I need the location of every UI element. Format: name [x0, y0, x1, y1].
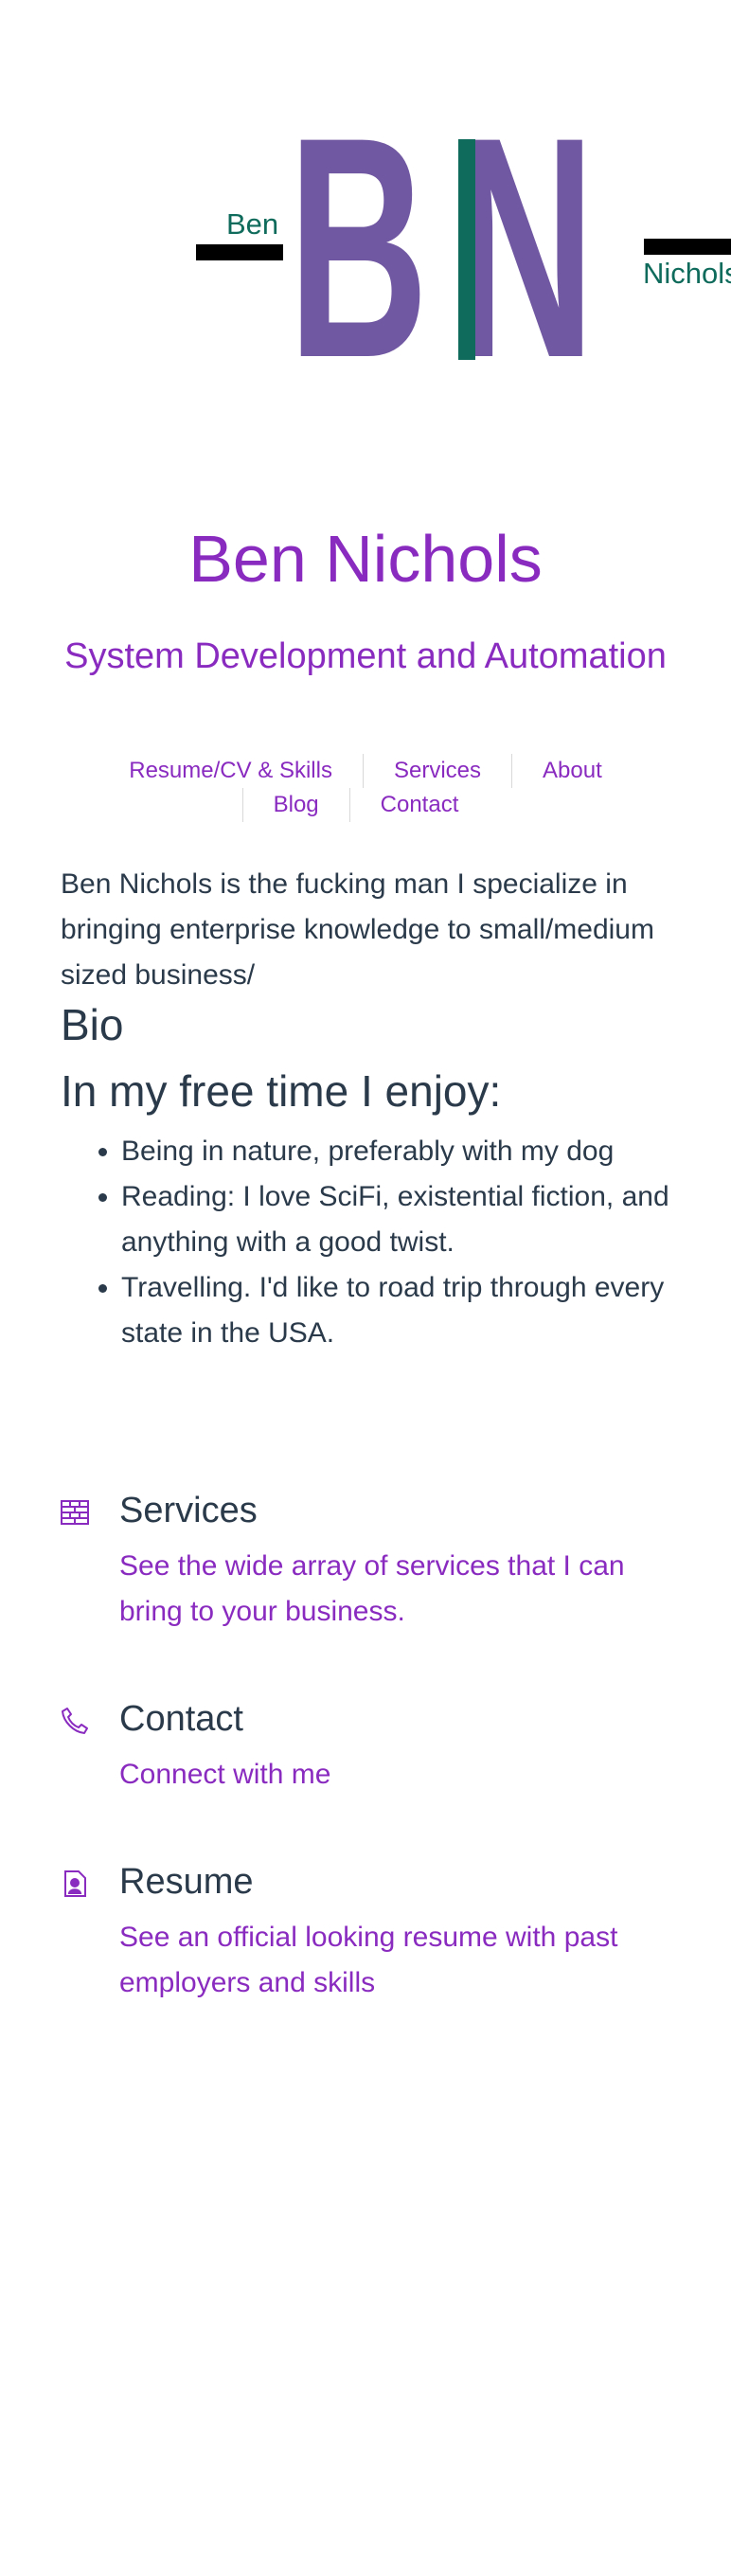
logo-accent-stripe	[458, 139, 475, 360]
contact-card-link[interactable]: Connect with me	[119, 1752, 678, 1798]
contact-card-title: Contact	[119, 1699, 243, 1739]
logo-right-name: Nichols	[643, 257, 731, 290]
resume-card-title: Resume	[119, 1862, 254, 1902]
brick-wall-icon	[61, 1498, 89, 1527]
resume-document-icon	[61, 1869, 89, 1898]
free-time-heading: In my free time I enjoy:	[61, 1066, 502, 1116]
list-item: Being in nature, preferably with my dog	[121, 1129, 686, 1174]
list-item: Travelling. I'd like to road trip throug…	[121, 1265, 686, 1356]
phone-icon	[61, 1707, 89, 1735]
nav-row-1: Resume/CV & Skills Services About	[95, 754, 636, 788]
resume-card-link[interactable]: See an official looking resume with past…	[119, 1915, 678, 2006]
hobbies-list: Being in nature, preferably with my dog …	[61, 1129, 686, 1356]
logo-left-name: Ben	[226, 207, 278, 241]
list-item: Reading: I love SciFi, existential ficti…	[121, 1174, 686, 1265]
services-card-title: Services	[119, 1491, 258, 1530]
site-logo[interactable]: Ben B N Nichols	[189, 72, 731, 423]
site-tagline: System Development and Automation	[64, 636, 667, 676]
logo-letters-b: B	[288, 128, 425, 365]
services-card-link[interactable]: See the wide array of services that I ca…	[119, 1544, 678, 1635]
site-title[interactable]: Ben Nichols	[0, 519, 731, 599]
logo-letters-n: N	[455, 128, 596, 365]
bio-heading: Bio	[61, 1000, 124, 1049]
main-nav: Resume/CV & Skills Services About Blog Cont…	[95, 754, 636, 822]
nav-item-services[interactable]: Services	[362, 754, 511, 788]
logo-graphic: Ben B N Nichols	[196, 72, 731, 423]
nav-item-about[interactable]: About	[511, 754, 633, 788]
nav-item-contact[interactable]: Contact	[348, 788, 490, 822]
nav-item-blog[interactable]: Blog	[241, 788, 349, 822]
logo-left-bar	[196, 244, 283, 260]
intro-text: Ben Nichols is the fucking man I special…	[61, 868, 654, 991]
nav-item-resume[interactable]: Resume/CV & Skills	[98, 754, 363, 788]
logo-right-bar	[644, 239, 731, 255]
nav-row-2: Blog Contact	[95, 788, 636, 822]
